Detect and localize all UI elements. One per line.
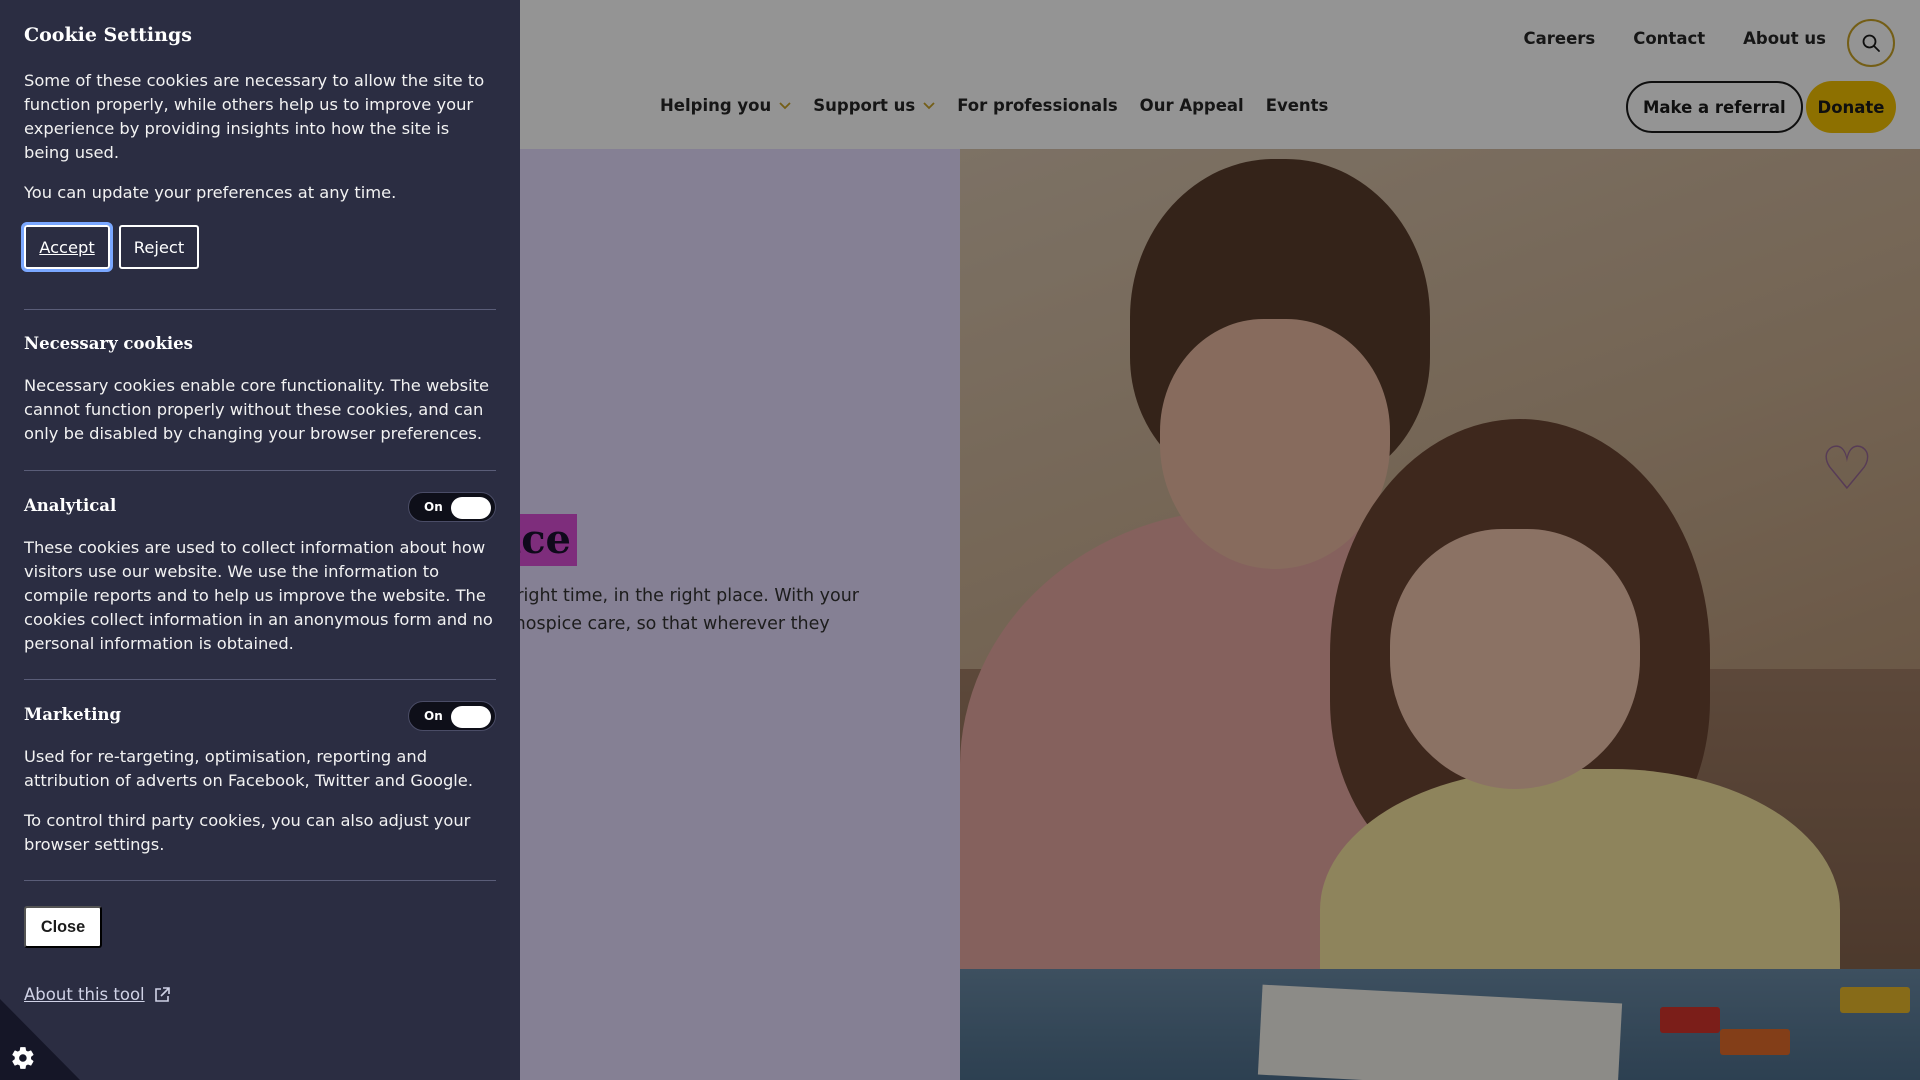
- marketing-description: Used for re-targeting, optimisation, rep…: [24, 747, 473, 790]
- reject-button[interactable]: Reject: [119, 225, 199, 269]
- analytical-toggle[interactable]: On: [408, 492, 496, 522]
- analytical-description: These cookies are used to collect inform…: [24, 538, 493, 653]
- marketing-heading: Marketing: [24, 705, 122, 724]
- analytical-toggle-label: On: [424, 500, 443, 514]
- marketing-toggle[interactable]: On: [408, 701, 496, 731]
- cookie-update-note: You can update your preferences at any t…: [24, 183, 397, 202]
- cookie-intro: Some of these cookies are necessary to a…: [24, 71, 485, 162]
- external-link-icon: [154, 986, 170, 1002]
- cookie-title: Cookie Settings: [24, 24, 192, 46]
- toggle-knob: [451, 497, 491, 519]
- marketing-toggle-label: On: [424, 709, 443, 723]
- divider: [24, 880, 496, 881]
- gear-icon[interactable]: [10, 1045, 36, 1071]
- accept-button[interactable]: Accept: [21, 222, 113, 272]
- necessary-heading: Necessary cookies: [24, 334, 193, 353]
- necessary-description: Necessary cookies enable core functional…: [24, 376, 490, 443]
- toggle-knob: [451, 706, 491, 728]
- divider: [24, 679, 496, 680]
- cookie-settings-panel: Cookie Settings Some of these cookies ar…: [0, 0, 520, 1080]
- third-party-note: To control third party cookies, you can …: [24, 811, 471, 854]
- divider: [24, 309, 496, 310]
- close-button[interactable]: Close: [24, 906, 102, 948]
- analytical-heading: Analytical: [24, 496, 117, 515]
- divider: [24, 470, 496, 471]
